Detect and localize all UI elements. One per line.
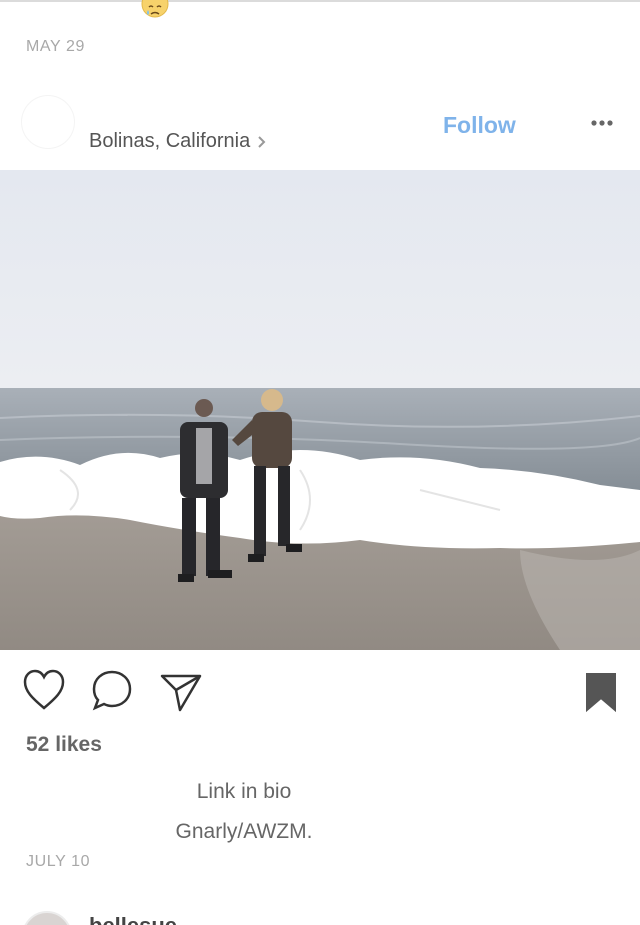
- post-actions: [0, 668, 640, 716]
- post-date: JULY 10: [26, 853, 91, 870]
- post-caption: Link in bio Gnarly/AWZM.: [0, 772, 488, 852]
- location-link[interactable]: Bolinas, California: [89, 130, 268, 153]
- top-divider: [0, 0, 640, 2]
- crying-face-icon: [141, 0, 169, 18]
- follow-button[interactable]: Follow: [443, 112, 516, 139]
- heart-icon[interactable]: [22, 668, 66, 714]
- paper-plane-icon[interactable]: [158, 668, 202, 714]
- bookmark-icon[interactable]: [582, 668, 620, 714]
- caption-line: Gnarly/AWZM.: [175, 820, 313, 843]
- post-header: Bolinas, California Follow: [0, 90, 640, 171]
- post-photo[interactable]: [0, 170, 640, 650]
- location-label: Bolinas, California: [89, 130, 251, 152]
- username-link[interactable]: bellesue: [89, 913, 177, 925]
- instagram-feed: MAY 29 Bolinas, California Follow 52 lik…: [0, 0, 640, 925]
- avatar[interactable]: [22, 911, 72, 925]
- likes-count[interactable]: 52 likes: [26, 733, 102, 757]
- ellipsis-icon[interactable]: [586, 114, 618, 132]
- next-post-header: bellesue: [0, 905, 640, 925]
- avatar[interactable]: [22, 96, 74, 148]
- previous-post-date: MAY 29: [26, 38, 86, 55]
- chevron-right-icon: [258, 135, 266, 148]
- comment-bubble-icon[interactable]: [90, 668, 134, 714]
- caption-line: Link in bio: [196, 780, 292, 803]
